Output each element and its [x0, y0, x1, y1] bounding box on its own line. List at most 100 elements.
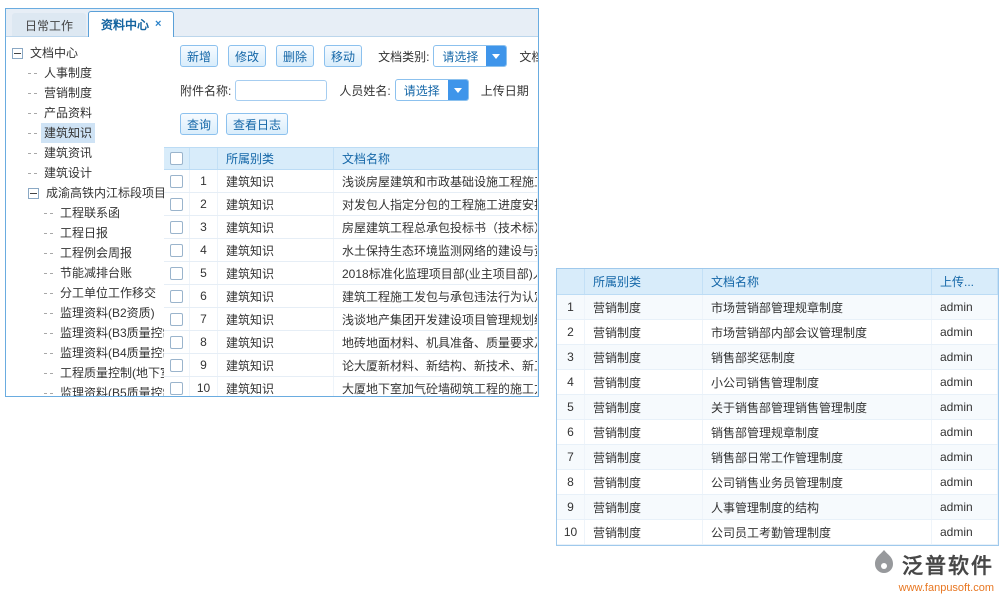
- table-row[interactable]: 7 营销制度 销售部日常工作管理制度 admin: [557, 445, 998, 470]
- attachment-name-input[interactable]: [235, 80, 327, 101]
- category-header: 所属别类: [218, 148, 334, 169]
- table-row[interactable]: 2 建筑知识 对发包人指定分包的工程施工进度安排...: [164, 193, 538, 216]
- tree-item[interactable]: 监理资料(B4质量控制): [6, 343, 164, 363]
- row-checkbox[interactable]: [170, 267, 183, 280]
- person-name-value: 请选择: [396, 82, 448, 99]
- doc-name-header: 文档名称: [703, 269, 932, 294]
- table-row[interactable]: 9 建筑知识 论大厦新材料、新结构、新技术、新工...: [164, 354, 538, 377]
- document-table: 所属别类 文档名称 1 建筑知识 浅谈房屋建筑和市政基础设施工程施工... 2 …: [164, 147, 538, 396]
- document-center-window: 日常工作 资料中心 × 文档中心 人事制度 营销制度 产品资料 建筑知识 建筑资…: [5, 8, 539, 397]
- toolbar-row-3: 查询 查看日志: [180, 113, 538, 135]
- move-button[interactable]: 移动: [324, 45, 362, 67]
- logo-title: 泛普软件: [902, 550, 994, 580]
- tree-connector: [28, 113, 37, 114]
- edit-button[interactable]: 修改: [228, 45, 266, 67]
- upload-date-label: 上传日期: [481, 82, 529, 99]
- table-row[interactable]: 5 建筑知识 2018标准化监理项目部(业主项目部)人员...: [164, 262, 538, 285]
- table-row[interactable]: 4 建筑知识 水土保持生态环境监测网络的建设与资...: [164, 239, 538, 262]
- tree-connector: [44, 253, 53, 254]
- tree-connector: [44, 333, 53, 334]
- table-row[interactable]: 2 营销制度 市场营销部内部会议管理制度 admin: [557, 320, 998, 345]
- query-button[interactable]: 查询: [180, 113, 218, 135]
- tree-connector: [44, 313, 53, 314]
- document-list-pane: 新增 修改 删除 移动 文档类别: 请选择 文档名称: 附件名称: 人员姓名: …: [164, 37, 538, 396]
- doc-type-label: 文档类别:: [378, 48, 429, 65]
- tree-connector: [44, 233, 53, 234]
- result-table-window: 所属别类 文档名称 上传... 1 营销制度 市场营销部管理规章制度 admin…: [556, 268, 999, 546]
- tree-item[interactable]: 营销制度: [6, 83, 164, 103]
- table-row[interactable]: 10 建筑知识 大厦地下室加气砼墙砌筑工程的施工方...: [164, 377, 538, 396]
- result-table-header: 所属别类 文档名称 上传...: [557, 269, 998, 295]
- close-icon[interactable]: ×: [155, 19, 161, 30]
- tree-item[interactable]: 监理资料(B5质量控制): [6, 383, 164, 396]
- view-log-button[interactable]: 查看日志: [226, 113, 288, 135]
- table-row[interactable]: 7 建筑知识 浅谈地产集团开发建设项目管理规划编...: [164, 308, 538, 331]
- table-row[interactable]: 9 营销制度 人事管理制度的结构 admin: [557, 495, 998, 520]
- table-row[interactable]: 10 营销制度 公司员工考勤管理制度 admin: [557, 520, 998, 545]
- tree-item-root[interactable]: 文档中心: [6, 43, 164, 63]
- tree-item-project[interactable]: 成渝高铁内江标段项目: [6, 183, 164, 203]
- tab-daily-work[interactable]: 日常工作: [12, 13, 86, 36]
- row-number-header: [190, 148, 218, 169]
- doc-type-select[interactable]: 请选择: [433, 45, 507, 67]
- tree-connector: [28, 73, 37, 74]
- delete-button[interactable]: 删除: [276, 45, 314, 67]
- table-row[interactable]: 3 建筑知识 房屋建筑工程总承包投标书（技术标）...: [164, 216, 538, 239]
- chevron-down-icon[interactable]: [486, 45, 506, 67]
- table-row[interactable]: 3 营销制度 销售部奖惩制度 admin: [557, 345, 998, 370]
- row-checkbox[interactable]: [170, 221, 183, 234]
- tree-item[interactable]: 工程例会周报: [6, 243, 164, 263]
- tree-collapse-icon[interactable]: [12, 48, 23, 59]
- tab-data-center[interactable]: 资料中心 ×: [88, 11, 174, 37]
- tree-connector: [44, 273, 53, 274]
- tree-item[interactable]: 工程质量控制(地下室): [6, 363, 164, 383]
- doc-type-value: 请选择: [434, 48, 486, 65]
- tree-connector: [28, 133, 37, 134]
- row-number-header: [557, 269, 585, 294]
- table-row[interactable]: 1 建筑知识 浅谈房屋建筑和市政基础设施工程施工...: [164, 170, 538, 193]
- table-row[interactable]: 8 建筑知识 地砖地面材料、机具准备、质量要求及...: [164, 331, 538, 354]
- row-checkbox[interactable]: [170, 244, 183, 257]
- row-checkbox[interactable]: [170, 336, 183, 349]
- fanpu-logo: 泛普软件 www.fanpusoft.com: [872, 549, 994, 594]
- tree-item[interactable]: 工程日报: [6, 223, 164, 243]
- tree-item[interactable]: 建筑设计: [6, 163, 164, 183]
- tree-connector: [44, 293, 53, 294]
- row-checkbox[interactable]: [170, 359, 183, 372]
- logo-url[interactable]: www.fanpusoft.com: [899, 582, 994, 594]
- row-checkbox[interactable]: [170, 382, 183, 395]
- tree-item[interactable]: 节能减排台账: [6, 263, 164, 283]
- tree-connector: [28, 173, 37, 174]
- row-checkbox[interactable]: [170, 313, 183, 326]
- category-tree: 文档中心 人事制度 营销制度 产品资料 建筑知识 建筑资讯 建筑设计 成渝高铁内…: [6, 37, 164, 396]
- toolbar-row-1: 新增 修改 删除 移动 文档类别: 请选择 文档名称:: [180, 45, 538, 67]
- person-name-select[interactable]: 请选择: [395, 79, 469, 101]
- row-checkbox[interactable]: [170, 290, 183, 303]
- tree-connector: [44, 353, 53, 354]
- table-row[interactable]: 1 营销制度 市场营销部管理规章制度 admin: [557, 295, 998, 320]
- tree-connector: [28, 153, 37, 154]
- tree-item[interactable]: 工程联系函: [6, 203, 164, 223]
- table-row[interactable]: 5 营销制度 关于销售部管理销售管理制度 admin: [557, 395, 998, 420]
- select-all-checkbox[interactable]: [170, 152, 183, 165]
- doc-name-header: 文档名称: [334, 148, 538, 169]
- tree-item[interactable]: 分工单位工作移交: [6, 283, 164, 303]
- tree-item[interactable]: 监理资料(B2资质): [6, 303, 164, 323]
- document-table-header: 所属别类 文档名称: [164, 147, 538, 170]
- table-row[interactable]: 6 营销制度 销售部管理规章制度 admin: [557, 420, 998, 445]
- table-row[interactable]: 8 营销制度 公司销售业务员管理制度 admin: [557, 470, 998, 495]
- add-button[interactable]: 新增: [180, 45, 218, 67]
- tree-item-selected[interactable]: 建筑知识: [6, 123, 164, 143]
- tree-item[interactable]: 建筑资讯: [6, 143, 164, 163]
- row-checkbox[interactable]: [170, 198, 183, 211]
- tree-item[interactable]: 人事制度: [6, 63, 164, 83]
- chevron-down-icon[interactable]: [448, 79, 468, 101]
- row-checkbox[interactable]: [170, 175, 183, 188]
- table-row[interactable]: 6 建筑知识 建筑工程施工发包与承包违法行为认定...: [164, 285, 538, 308]
- toolbar-row-2: 附件名称: 人员姓名: 请选择 上传日期: [180, 79, 538, 101]
- tree-item[interactable]: 监理资料(B3质量控制): [6, 323, 164, 343]
- tree-item[interactable]: 产品资料: [6, 103, 164, 123]
- category-header: 所属别类: [585, 269, 703, 294]
- table-row[interactable]: 4 营销制度 小公司销售管理制度 admin: [557, 370, 998, 395]
- tree-collapse-icon[interactable]: [28, 188, 39, 199]
